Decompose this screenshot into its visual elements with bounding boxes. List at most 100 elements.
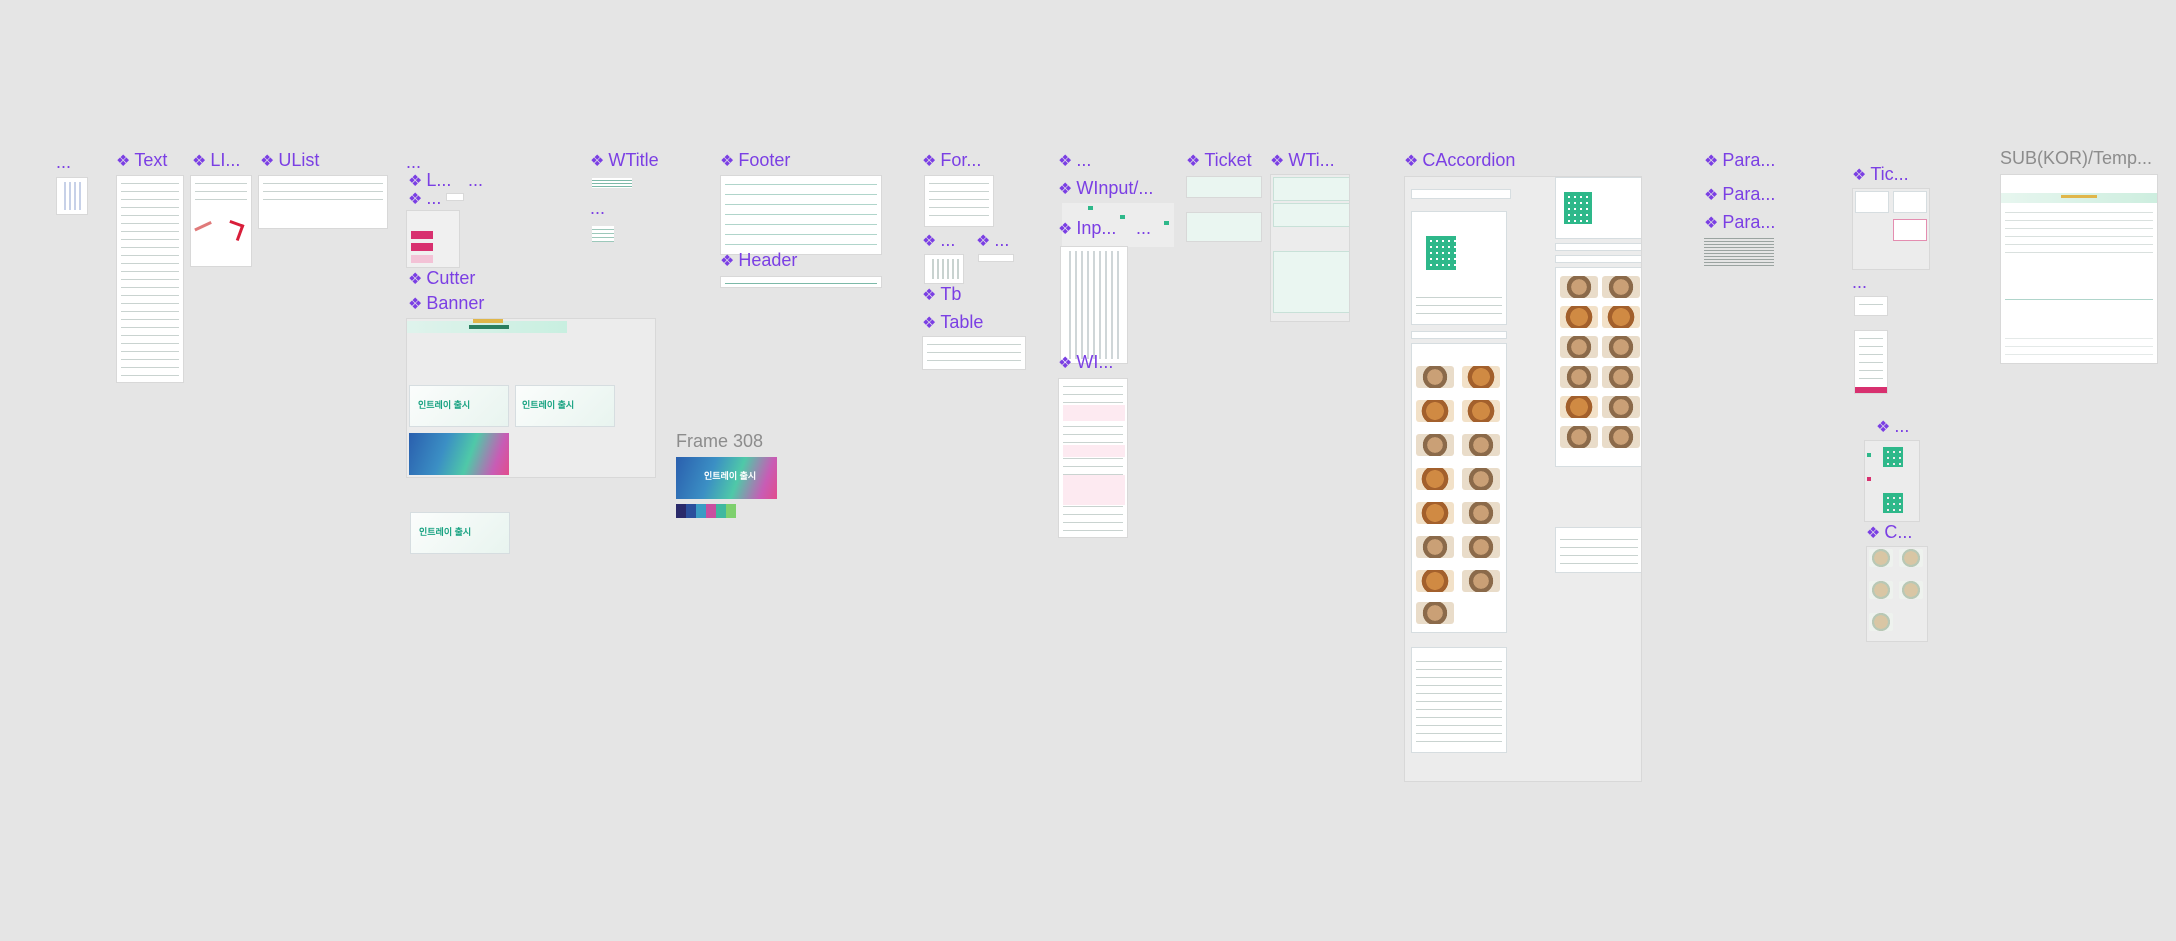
component-label-dots-8[interactable]: ❖... [1058, 150, 1091, 172]
tic-component-frame[interactable] [1852, 188, 1930, 270]
component-label-dots-2[interactable]: ... [406, 152, 421, 172]
component-label-wi[interactable]: ❖ WI... [1058, 352, 1113, 374]
component-label-para-1[interactable]: ❖ Para... [1704, 150, 1775, 172]
small-tag-frame[interactable] [446, 193, 464, 201]
menu-item-image [1462, 502, 1500, 524]
template-page-frame[interactable] [2000, 174, 2158, 364]
header-component-frame[interactable] [720, 276, 882, 288]
component-label-dots-10[interactable]: ... [1852, 272, 1867, 292]
component-diamond-icon: ❖ [922, 315, 937, 332]
template-frame-label[interactable]: SUB(KOR)/Temp... [2000, 148, 2152, 168]
banner-component-frame[interactable]: 인트레이 출시 인트레이 출시 [406, 318, 656, 478]
c-component-frame[interactable] [1866, 546, 1928, 642]
component-label-dots-9[interactable]: ... [1136, 218, 1151, 238]
banner-card-standalone[interactable]: 인트레이 출시 [410, 512, 510, 554]
component-label-para-3[interactable]: ❖ Para... [1704, 212, 1775, 234]
component-label-ulist[interactable]: ❖ UList [260, 150, 319, 172]
component-label-dots-4[interactable]: ❖... [408, 188, 441, 210]
component-label-dots-6[interactable]: ❖... [922, 230, 955, 252]
component-label-dots-3[interactable]: ... [468, 170, 483, 190]
frame-308-label[interactable]: Frame 308 [676, 431, 763, 451]
radio-on[interactable] [1088, 206, 1093, 210]
component-diamond-icon: ❖ [1186, 153, 1201, 170]
wticket-component-frame[interactable] [1270, 174, 1350, 322]
wtitle-preview[interactable] [592, 178, 632, 188]
footer-component-frame[interactable] [720, 175, 882, 255]
banner-card-light-2[interactable]: 인트레이 출시 [515, 385, 615, 427]
mini-calendar-frame[interactable] [924, 254, 964, 284]
input-calendar-frame[interactable] [1060, 246, 1128, 364]
menu-item-image [1462, 400, 1500, 422]
radio-on[interactable] [1120, 215, 1125, 219]
menu-item-image [1462, 434, 1500, 456]
component-label-dots-1[interactable]: ... [56, 152, 71, 172]
component-label-text[interactable]: ❖ Text [116, 150, 167, 172]
component-label-dots-5[interactable]: ... [590, 198, 605, 218]
accordion-panel-info[interactable] [1555, 527, 1641, 573]
ticket-card[interactable] [1186, 176, 1262, 198]
component-label-caccordion[interactable]: ❖ CAccordion [1404, 150, 1515, 172]
wtitle-list-preview[interactable] [592, 226, 614, 242]
component-label-dots-7[interactable]: ❖... [976, 230, 1009, 252]
component-label-c[interactable]: ❖ C... [1866, 522, 1912, 544]
pink-button[interactable] [411, 243, 433, 251]
component-label-wtitle[interactable]: ❖ WTitle [590, 150, 659, 172]
wi-component-frame[interactable] [1058, 378, 1128, 538]
paragraph-preview[interactable] [1704, 236, 1774, 266]
component-label-header[interactable]: ❖ Header [720, 250, 797, 272]
menu-item-image [1462, 536, 1500, 558]
component-label-li[interactable]: ❖ LI... [192, 150, 240, 172]
component-diamond-icon: ❖ [590, 153, 605, 170]
accordion-panel-seats[interactable] [1411, 211, 1507, 325]
swatch [686, 504, 696, 518]
menu-item-image [1602, 426, 1640, 448]
component-label-form[interactable]: ❖ For... [922, 150, 981, 172]
wticket-detail [1273, 251, 1349, 313]
pagination-frame[interactable] [978, 254, 1014, 262]
seat-map-component-frame[interactable] [1864, 440, 1920, 522]
accordion-panel-schedule[interactable] [1411, 647, 1507, 753]
component-diamond-icon: ❖ [116, 153, 131, 170]
pink-buttons-frame[interactable] [406, 210, 460, 268]
component-label-wti[interactable]: ❖ WTi... [1270, 150, 1335, 172]
frame-308-gradient-banner[interactable]: 인트레이 출시 [676, 457, 777, 499]
component-diamond-icon: ❖ [408, 296, 423, 313]
component-diamond-icon: ❖ [408, 271, 423, 288]
menu-item-image [1602, 366, 1640, 388]
component-label-banner[interactable]: ❖ Banner [408, 293, 484, 315]
caccordion-component-frame[interactable] [1404, 176, 1642, 782]
banner-card-gradient[interactable] [409, 433, 509, 475]
component-label-winput[interactable]: ❖ WInput/... [1058, 178, 1153, 200]
component-diamond-icon: ❖ [1058, 355, 1073, 372]
tic-receipt-card[interactable] [1854, 330, 1888, 394]
ulist-component-frame[interactable] [258, 175, 388, 229]
component-label-cutter[interactable]: ❖ Cutter [408, 268, 475, 290]
li-component-frame[interactable] [190, 175, 252, 267]
form-component-frame[interactable] [924, 175, 994, 227]
component-label-tb[interactable]: ❖ Tb [922, 284, 961, 306]
accordion-header[interactable] [1411, 189, 1511, 199]
ticket-card[interactable] [1186, 212, 1262, 242]
banner-card-light[interactable]: 인트레이 출시 [409, 385, 509, 427]
component-label-table[interactable]: ❖ Table [922, 312, 983, 334]
component-label-ticket[interactable]: ❖ Ticket [1186, 150, 1252, 172]
tic-small-card[interactable] [1854, 296, 1888, 316]
accordion-panel-seats-2[interactable] [1555, 177, 1641, 239]
component-label-para-2[interactable]: ❖ Para... [1704, 184, 1775, 206]
pink-button-light[interactable] [411, 255, 433, 263]
radio-on[interactable] [1164, 221, 1169, 225]
text-component-frame[interactable] [116, 175, 184, 383]
table-component-frame[interactable] [922, 336, 1026, 370]
component-label-tic[interactable]: ❖ Tic... [1852, 164, 1909, 186]
accordion-header[interactable] [1555, 255, 1641, 263]
pink-button[interactable] [411, 231, 433, 239]
component-label-dots-11[interactable]: ❖... [1876, 416, 1909, 438]
accordion-header[interactable] [1555, 243, 1641, 251]
calendar-frame[interactable] [56, 177, 88, 215]
accordion-panel-menu-2[interactable] [1555, 267, 1641, 467]
accordion-header[interactable] [1411, 331, 1507, 339]
component-label-footer[interactable]: ❖ Footer [720, 150, 790, 172]
tic-card [1893, 191, 1927, 213]
accordion-panel-menu[interactable] [1411, 343, 1507, 633]
component-label-inp[interactable]: ❖ Inp... [1058, 218, 1116, 240]
